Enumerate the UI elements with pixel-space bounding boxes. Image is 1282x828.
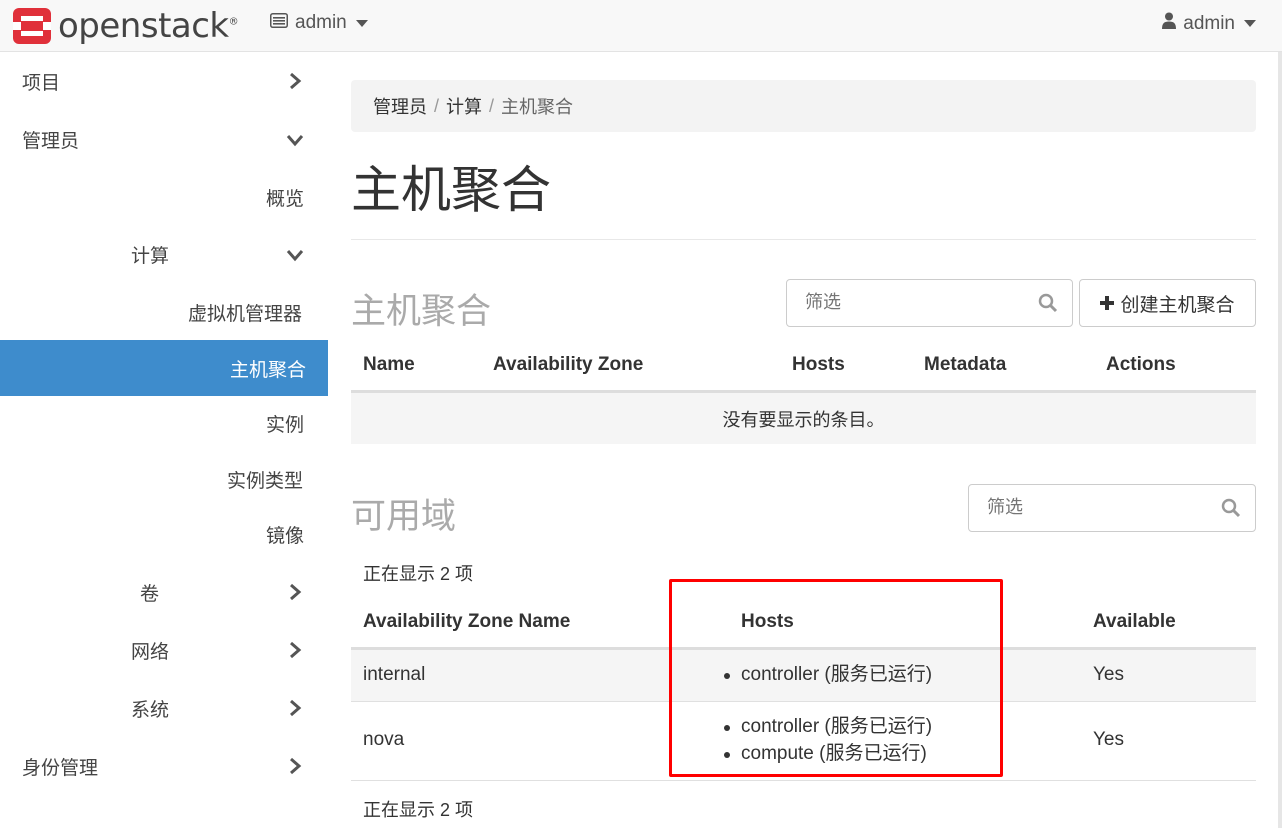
table-row: nova controller (服务已运行) compute (服务已运行) …: [351, 702, 1256, 781]
available-cell: Yes: [1093, 729, 1124, 750]
sidebar-item-identity[interactable]: 身份管理: [22, 738, 328, 794]
column-header-actions: Actions: [1106, 354, 1176, 375]
zone-name-cell: nova: [363, 729, 405, 750]
sidebar-item-label: 概览: [266, 188, 305, 210]
sidebar-item-network[interactable]: 网络: [131, 622, 328, 678]
openstack-logo[interactable]: openstack®: [12, 5, 239, 47]
aggregates-filter: [786, 279, 1073, 327]
sidebar-item-label: 计算: [131, 245, 170, 267]
chevron-right-icon: [290, 641, 302, 659]
host-item: compute (服务已运行): [721, 740, 932, 767]
sidebar-item-host-aggregates[interactable]: 主机聚合: [0, 340, 328, 396]
plus-icon: [1100, 296, 1115, 310]
caret-down-icon: [355, 19, 368, 27]
empty-table-message: 没有要显示的条目。: [351, 393, 1256, 444]
project-switcher[interactable]: admin: [270, 12, 368, 34]
breadcrumb-item-admin[interactable]: 管理员: [373, 93, 427, 119]
caret-down-icon: [1244, 20, 1256, 27]
chevron-right-icon: [290, 72, 302, 90]
column-header-zone-name[interactable]: Availability Zone Name: [363, 611, 570, 633]
host-item: controller (服务已运行): [721, 661, 932, 688]
sidebar-item-admin[interactable]: 管理员: [22, 111, 328, 167]
breadcrumb: 管理员 / 计算 / 主机聚合: [351, 80, 1256, 132]
sidebar-item-volumes[interactable]: 卷: [140, 564, 328, 620]
create-aggregate-label: 创建主机聚合: [1120, 294, 1235, 316]
top-navbar: openstack® admin admin: [0, 0, 1282, 52]
sidebar-item-label: 网络: [131, 641, 170, 663]
breadcrumb-item-compute[interactable]: 计算: [446, 93, 482, 119]
sidebar: 项目 管理员 概览 计算 虚拟机管理器 主机聚合 实例 实例类型 镜像 卷 网络…: [0, 53, 328, 828]
sidebar-item-label: 主机聚合: [229, 359, 306, 381]
scrollbar[interactable]: [1278, 52, 1282, 828]
hosts-list: controller (服务已运行): [721, 661, 932, 688]
project-switcher-label: admin: [295, 12, 347, 33]
sidebar-item-flavors[interactable]: 实例类型: [227, 451, 303, 507]
sidebar-item-label: 实例类型: [227, 470, 304, 492]
user-menu[interactable]: admin: [1162, 12, 1256, 35]
aggregates-filter-input[interactable]: [805, 292, 1005, 313]
sidebar-item-label: 实例: [266, 414, 305, 436]
sidebar-item-hypervisors[interactable]: 虚拟机管理器: [188, 284, 302, 340]
zone-name-cell: internal: [363, 664, 426, 685]
list-icon: [270, 12, 288, 34]
item-count-top: 正在显示 2 项: [363, 564, 474, 584]
item-count-bottom: 正在显示 2 项: [363, 800, 474, 820]
breadcrumb-separator: /: [489, 95, 495, 116]
sidebar-item-overview[interactable]: 概览: [266, 169, 304, 225]
divider: [351, 239, 1256, 240]
user-icon: [1162, 12, 1177, 35]
table-row: internal controller (服务已运行) Yes: [351, 650, 1256, 702]
sidebar-item-system[interactable]: 系统: [131, 680, 328, 736]
user-menu-label: admin: [1183, 12, 1235, 34]
zones-filter-input[interactable]: [987, 497, 1187, 518]
column-header-hosts[interactable]: Hosts: [741, 611, 794, 633]
page-title: 主机聚合: [351, 162, 551, 218]
sidebar-item-label: 项目: [22, 72, 61, 94]
sidebar-item-label: 身份管理: [22, 757, 99, 779]
column-header-available[interactable]: Available: [1093, 611, 1176, 633]
zones-filter: [968, 484, 1256, 532]
column-header-availability-zone[interactable]: Availability Zone: [493, 354, 643, 376]
column-header-name[interactable]: Name: [363, 354, 415, 376]
chevron-down-icon: [286, 250, 304, 262]
chevron-right-icon: [290, 699, 302, 717]
breadcrumb-separator: /: [434, 95, 440, 116]
sidebar-item-images[interactable]: 镜像: [266, 506, 304, 562]
chevron-down-icon: [286, 135, 304, 147]
aggregates-section-title: 主机聚合: [351, 292, 492, 331]
search-icon[interactable]: [1038, 293, 1058, 313]
sidebar-item-compute[interactable]: 计算: [131, 226, 328, 282]
sidebar-item-label: 镜像: [266, 525, 305, 547]
hosts-list: controller (服务已运行) compute (服务已运行): [721, 713, 932, 767]
sidebar-item-project[interactable]: 项目: [22, 53, 328, 109]
search-icon[interactable]: [1221, 498, 1241, 518]
sidebar-item-label: 卷: [140, 583, 160, 605]
column-header-metadata[interactable]: Metadata: [924, 354, 1006, 376]
sidebar-item-label: 管理员: [22, 130, 80, 152]
sidebar-item-instances[interactable]: 实例: [266, 395, 304, 451]
host-item: controller (服务已运行): [721, 713, 932, 740]
openstack-logo-icon: [12, 6, 52, 46]
available-cell: Yes: [1093, 664, 1124, 685]
sidebar-item-label: 虚拟机管理器: [188, 303, 303, 325]
create-aggregate-button[interactable]: 创建主机聚合: [1079, 279, 1256, 327]
chevron-right-icon: [290, 757, 302, 775]
zones-section-title: 可用域: [351, 497, 457, 536]
breadcrumb-item-current: 主机聚合: [501, 97, 574, 117]
brand-name: openstack®: [58, 6, 239, 46]
sidebar-item-label: 系统: [131, 699, 170, 721]
chevron-right-icon: [290, 583, 302, 601]
column-header-hosts[interactable]: Hosts: [792, 354, 845, 376]
